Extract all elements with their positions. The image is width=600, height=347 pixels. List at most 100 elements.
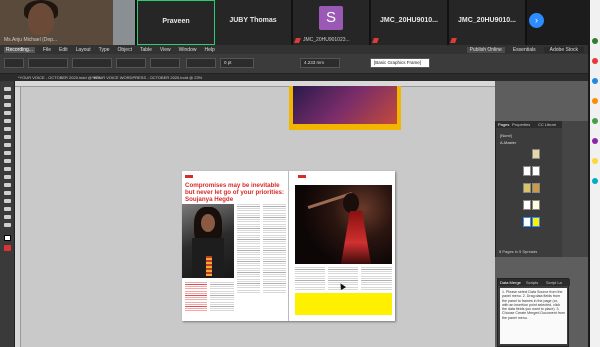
scale-fields[interactable] [116, 58, 146, 68]
master-none[interactable]: [None] [500, 133, 512, 138]
eyedropper-tool-icon[interactable] [4, 207, 11, 211]
data-merge-instructions: 1. Please select Data Source from the pa… [500, 288, 567, 344]
page-thumbnail[interactable] [523, 183, 531, 193]
page-thumbnail[interactable] [523, 166, 531, 176]
rectangle-tool-icon[interactable] [4, 167, 11, 171]
pull-quote-text [185, 282, 207, 312]
page-thumbnail[interactable] [532, 149, 540, 159]
app-dot-icon[interactable] [592, 58, 598, 64]
tab-data-merge[interactable]: Data Merge [500, 280, 521, 285]
object-style-dropdown[interactable]: [Basic Graphics Frame] [370, 58, 430, 68]
menu-table[interactable]: Table [140, 47, 152, 53]
page-thumbnail[interactable] [523, 200, 531, 210]
direct-selection-tool-icon[interactable] [4, 95, 11, 99]
search-input[interactable]: Adobe Stock [543, 46, 584, 53]
workspace-switcher[interactable]: Essentials [513, 47, 536, 53]
yellow-highlight-box [295, 293, 392, 315]
page-thumbnail[interactable] [532, 183, 540, 193]
chevron-right-icon[interactable]: › [529, 13, 544, 28]
stage-performance-photo [295, 185, 392, 264]
tab-cc-libraries[interactable]: CC Librari [538, 122, 556, 127]
publish-online-button[interactable]: Publish Online [466, 46, 505, 53]
menu-view[interactable]: View [160, 47, 171, 53]
menu-bar: Recording... File Edit Layout Type Objec… [0, 45, 588, 54]
zoom-participant-strip: Ms.Anju Michael (Dep... Praveen JUBY Tho… [0, 0, 600, 45]
stroke-weight-field[interactable]: 0 pt [220, 58, 254, 68]
tab-document-2[interactable]: *YOUR VOICE WORDPRESS - OCTOBER 2020.ind… [92, 75, 202, 80]
tools-panel [0, 81, 15, 347]
participant-name: JMC_20HU9010... [458, 17, 516, 24]
pages-count: 8 Pages in 5 Spreads [499, 249, 538, 254]
brand-tag-right [298, 175, 306, 178]
page-tool-icon[interactable] [4, 103, 11, 107]
menu-layout[interactable]: Layout [76, 47, 91, 53]
master-a[interactable]: A-Master [500, 140, 516, 145]
fill-stroke-swatches[interactable] [186, 58, 216, 68]
scissors-tool-icon[interactable] [4, 175, 11, 179]
menu-edit[interactable]: Edit [59, 47, 68, 53]
portrait-scarf [206, 256, 212, 276]
xy-fields[interactable] [28, 58, 68, 68]
menu-window[interactable]: Window [179, 47, 197, 53]
content-collector-icon[interactable] [4, 119, 11, 123]
body-text-column [237, 204, 260, 294]
page-thumbnail[interactable] [532, 200, 540, 210]
wh-fields[interactable] [72, 58, 112, 68]
app-dot-icon[interactable] [592, 98, 598, 104]
tab-script-label[interactable]: Script La [546, 280, 562, 285]
app-dot-icon[interactable] [592, 158, 598, 164]
page-thumbnail[interactable] [532, 166, 540, 176]
participant-name: JUBY Thomas [229, 17, 277, 24]
type-tool-icon[interactable] [4, 127, 11, 131]
participant-tile[interactable]: JUBY Thomas [215, 0, 293, 45]
line-tool-icon[interactable] [4, 135, 11, 139]
app-dot-icon[interactable] [592, 118, 598, 124]
pencil-tool-icon[interactable] [4, 151, 11, 155]
note-tool-icon[interactable] [4, 199, 11, 203]
app-dot-icon[interactable] [592, 178, 598, 184]
brand-tag-left [185, 175, 193, 178]
pen-tool-icon[interactable] [4, 143, 11, 147]
participant-tile[interactable]: JMC_20HU9010... [449, 0, 527, 45]
app-dot-icon[interactable] [592, 38, 598, 44]
zoom-tool-icon[interactable] [4, 223, 11, 227]
participant-name: Ms.Anju Michael (Dep... [4, 37, 58, 43]
muted-mic-icon [372, 38, 379, 43]
tab-pages[interactable]: Pages [498, 122, 509, 127]
participant-tile[interactable]: S JMC_20HU901023... [293, 0, 371, 45]
tab-properties[interactable]: Properties [512, 122, 530, 127]
app-dot-icon[interactable] [592, 138, 598, 144]
free-transform-tool-icon[interactable] [4, 183, 11, 187]
participant-tile-video[interactable]: Ms.Anju Michael (Dep... [0, 0, 137, 45]
portrait-photo [182, 204, 234, 278]
participant-tile[interactable]: JMC_20HU9010... [371, 0, 449, 45]
stroke-swatch-icon[interactable] [4, 245, 11, 251]
rectangle-frame-tool-icon[interactable] [4, 159, 11, 163]
menu-object[interactable]: Object [118, 47, 132, 53]
muted-mic-icon [450, 38, 457, 43]
fill-swatch-icon[interactable] [4, 235, 11, 241]
menu-type[interactable]: Type [99, 47, 110, 53]
hand-tool-icon[interactable] [4, 215, 11, 219]
tab-document-1[interactable]: *YOUR VOICE - OCTOBER 2020.indd @ 38% [18, 75, 101, 80]
top-page-banner[interactable] [289, 86, 401, 130]
offset-field[interactable]: 4.233 mm [300, 58, 340, 68]
performer-head [343, 193, 359, 213]
recording-label: Recording... [4, 46, 35, 53]
tab-scripts[interactable]: Scripts [526, 280, 538, 285]
selection-tool-icon[interactable] [4, 87, 11, 91]
gap-tool-icon[interactable] [4, 111, 11, 115]
body-text-column [361, 267, 392, 291]
app-dot-icon[interactable] [592, 78, 598, 84]
reference-point-grid[interactable] [4, 58, 24, 68]
page-thumbnail-selected[interactable] [523, 217, 531, 227]
participant-name: JMC_20HU9010... [380, 17, 438, 24]
menu-file[interactable]: File [43, 47, 51, 53]
gradient-tool-icon[interactable] [4, 191, 11, 195]
article-spread[interactable]: Compromises may be inevitable but never … [182, 171, 395, 321]
participant-tile[interactable]: Praveen [137, 0, 215, 45]
rotate-fields[interactable] [150, 58, 180, 68]
participant-name: Praveen [162, 18, 190, 25]
menu-help[interactable]: Help [204, 47, 214, 53]
page-thumbnail-selected[interactable] [532, 217, 540, 227]
